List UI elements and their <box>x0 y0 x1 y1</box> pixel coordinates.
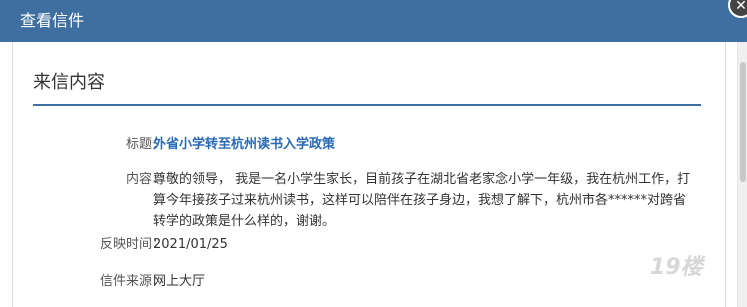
section-title: 来信内容 <box>33 72 105 93</box>
vertical-scrollbar[interactable] <box>737 42 747 307</box>
dialog-title-bar: 查看信件 <box>0 0 747 42</box>
section-divider <box>33 104 701 106</box>
subject-value: 外省小学转至杭州读书入学政策 <box>153 137 336 152</box>
content-value: 尊敬的领导， 我是一名小学生家长，目前孩子在湖北省老家念小学一年级，我在杭州工作… <box>153 172 691 229</box>
source-value: 网上大厅 <box>153 274 206 289</box>
letter-content-panel: 来信内容 标题： 外省小学转至杭州读书入学政策 内容： 尊敬的领导， 我是一名小… <box>12 42 726 307</box>
dialog-title: 查看信件 <box>20 11 85 30</box>
scrollbar-thumb[interactable] <box>740 62 746 182</box>
site-watermark: 19楼 <box>650 255 703 280</box>
time-value: 2021/01/25 <box>153 237 228 252</box>
